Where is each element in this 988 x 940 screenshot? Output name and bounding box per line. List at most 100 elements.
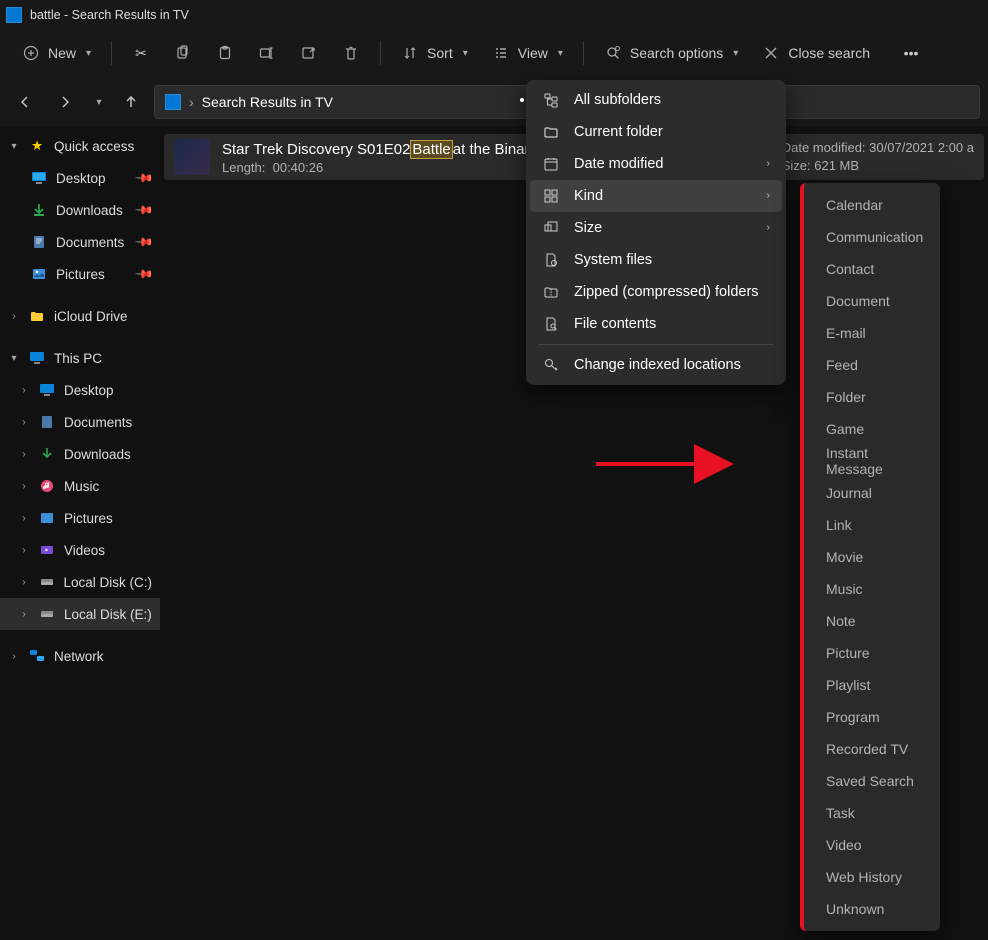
result-title: Star Trek Discovery S01E02 Battle at the… xyxy=(222,140,537,159)
delete-button[interactable] xyxy=(332,35,370,71)
result-length: Length: 00:40:26 xyxy=(222,160,537,175)
sidebar-item-videos[interactable]: › Videos xyxy=(0,534,160,566)
chevron-down-icon: ▾ xyxy=(96,97,101,108)
kind-item[interactable]: Picture xyxy=(812,637,940,669)
up-button[interactable] xyxy=(114,85,148,119)
kind-item[interactable]: Program xyxy=(812,701,940,733)
sidebar-item-music[interactable]: › Music xyxy=(0,470,160,502)
menu-item-label: Change indexed locations xyxy=(574,357,741,373)
menu-item-all-subfolders[interactable]: All subfolders xyxy=(530,84,782,116)
kind-item[interactable]: Playlist xyxy=(812,669,940,701)
sidebar-item-local-e[interactable]: › Local Disk (E:) xyxy=(0,598,160,630)
sidebar-item-icloud[interactable]: › iCloud Drive xyxy=(0,300,160,332)
sidebar-item-documents[interactable]: › Documents xyxy=(0,406,160,438)
history-button[interactable]: ▾ xyxy=(88,85,108,119)
kind-item[interactable]: Web History xyxy=(812,861,940,893)
title-bar: battle - Search Results in TV xyxy=(0,0,988,28)
sidebar-item-documents[interactable]: Documents 📌 xyxy=(0,226,160,258)
menu-item-kind[interactable]: Kind › xyxy=(530,180,782,212)
kind-item[interactable]: Game xyxy=(812,413,940,445)
kind-item[interactable]: Movie xyxy=(812,541,940,573)
sidebar-item-label: Desktop xyxy=(64,383,114,398)
close-search-button[interactable]: Close search xyxy=(752,35,880,71)
view-button[interactable]: View ▾ xyxy=(482,35,573,71)
desktop-icon xyxy=(38,381,56,399)
kind-item[interactable]: Instant Message xyxy=(812,445,940,477)
sidebar-item-downloads[interactable]: Downloads 📌 xyxy=(0,194,160,226)
back-button[interactable] xyxy=(8,85,42,119)
kind-item[interactable]: Communication xyxy=(812,221,940,253)
sidebar-item-pictures[interactable]: Pictures 📌 xyxy=(0,258,160,290)
kind-item[interactable]: Task xyxy=(812,797,940,829)
sidebar-this-pc[interactable]: ▾ This PC xyxy=(0,342,160,374)
chevron-down-icon: ▾ xyxy=(733,48,738,59)
sidebar-item-desktop[interactable]: › Desktop xyxy=(0,374,160,406)
disk-icon xyxy=(38,573,56,591)
chevron-right-icon: › xyxy=(18,545,30,556)
paste-button[interactable] xyxy=(206,35,244,71)
sidebar-item-label: Downloads xyxy=(64,447,131,462)
forward-button[interactable] xyxy=(48,85,82,119)
folder-icon xyxy=(28,307,46,325)
copy-button[interactable] xyxy=(164,35,202,71)
kind-item[interactable]: Journal xyxy=(812,477,940,509)
rename-button[interactable] xyxy=(248,35,286,71)
sidebar-item-desktop[interactable]: Desktop 📌 xyxy=(0,162,160,194)
chevron-right-icon: › xyxy=(18,577,30,588)
title-match-highlight: Battle xyxy=(410,140,452,159)
kind-item[interactable]: E-mail xyxy=(812,317,940,349)
kind-item[interactable]: Contact xyxy=(812,253,940,285)
trash-icon xyxy=(342,44,360,62)
kind-item[interactable]: Note xyxy=(812,605,940,637)
menu-item-system-files[interactable]: System files xyxy=(530,244,782,276)
chevron-right-icon: › xyxy=(18,609,30,620)
share-button[interactable] xyxy=(290,35,328,71)
download-icon xyxy=(30,201,48,219)
sidebar-item-label: Network xyxy=(54,649,104,664)
bullet-icon xyxy=(520,98,524,102)
menu-item-indexed-locations[interactable]: Change indexed locations xyxy=(530,349,782,381)
close-icon xyxy=(762,44,780,62)
close-search-label: Close search xyxy=(788,45,870,61)
sidebar-item-label: Documents xyxy=(56,235,124,250)
sort-icon xyxy=(401,44,419,62)
sidebar-item-downloads[interactable]: › Downloads xyxy=(0,438,160,470)
kind-item[interactable]: Feed xyxy=(812,349,940,381)
clipboard-icon xyxy=(216,44,234,62)
result-text: Star Trek Discovery S01E02 Battle at the… xyxy=(222,140,537,175)
menu-item-zipped-folders[interactable]: Zipped (compressed) folders xyxy=(530,276,782,308)
more-button[interactable]: ••• xyxy=(892,35,930,71)
sidebar-quick-access[interactable]: ▾ ★ Quick access xyxy=(0,130,160,162)
menu-item-label: All subfolders xyxy=(574,92,661,108)
kind-item[interactable]: Link xyxy=(812,509,940,541)
kind-item[interactable]: Calendar xyxy=(812,189,940,221)
sidebar-item-network[interactable]: › Network xyxy=(0,640,160,672)
chevron-right-icon: › xyxy=(189,94,194,110)
menu-item-file-contents[interactable]: File contents xyxy=(530,308,782,340)
new-button[interactable]: New ▾ xyxy=(12,35,101,71)
kind-icon xyxy=(542,187,560,205)
nav-row: ▾ › Search Results in TV xyxy=(0,78,988,126)
result-meta: Date modified: 30/07/2021 2:00 a Size: 6… xyxy=(782,139,974,174)
sidebar-item-pictures[interactable]: › Pictures xyxy=(0,502,160,534)
kind-item[interactable]: Document xyxy=(812,285,940,317)
sidebar-item-local-c[interactable]: › Local Disk (C:) xyxy=(0,566,160,598)
menu-item-size[interactable]: Size › xyxy=(530,212,782,244)
sort-button[interactable]: Sort ▾ xyxy=(391,35,478,71)
kind-item[interactable]: Saved Search xyxy=(812,765,940,797)
calendar-icon xyxy=(542,155,560,173)
kind-item[interactable]: Music xyxy=(812,573,940,605)
sort-label: Sort xyxy=(427,45,453,61)
search-options-button[interactable]: Search options ▾ xyxy=(594,35,748,71)
kind-item[interactable]: Video xyxy=(812,829,940,861)
kind-item[interactable]: Recorded TV xyxy=(812,733,940,765)
chevron-right-icon: › xyxy=(766,190,770,202)
chevron-right-icon: › xyxy=(18,385,30,396)
menu-item-date-modified[interactable]: Date modified › xyxy=(530,148,782,180)
pictures-icon xyxy=(38,509,56,527)
share-icon xyxy=(300,44,318,62)
menu-item-current-folder[interactable]: Current folder xyxy=(530,116,782,148)
kind-item[interactable]: Folder xyxy=(812,381,940,413)
cut-button[interactable]: ✂ xyxy=(122,35,160,71)
kind-item[interactable]: Unknown xyxy=(812,893,940,925)
